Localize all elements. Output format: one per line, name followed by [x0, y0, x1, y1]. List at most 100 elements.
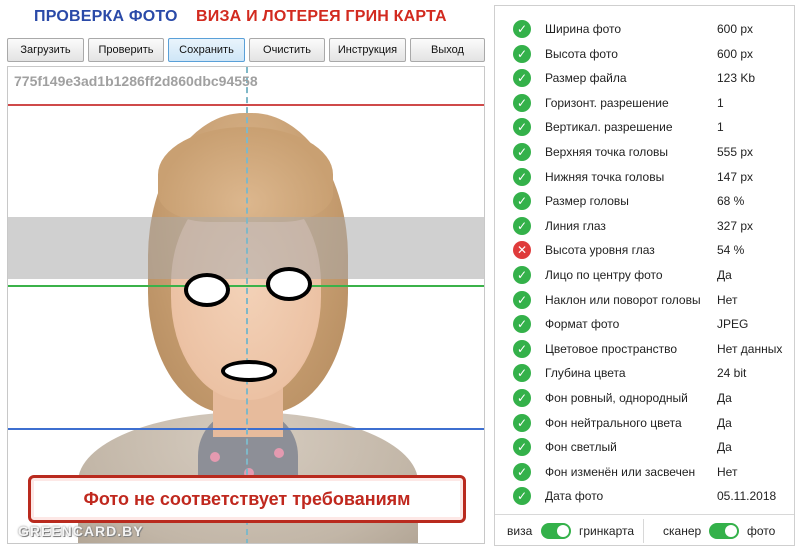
- check-value: Да: [717, 391, 732, 405]
- check-icon: ✓: [513, 487, 531, 506]
- save-button[interactable]: Сохранить: [168, 38, 245, 62]
- check-icon: ✓: [513, 93, 531, 112]
- warning-banner: Фото не соответствует требованиям: [28, 475, 466, 523]
- check-row: ✓ Нижняя точка головы 147 px: [495, 165, 794, 189]
- check-row: ✓ Ширина фото 600 px: [495, 17, 794, 41]
- check-value: 600 px: [717, 22, 754, 36]
- check-row: ✓ Дата фото 05.11.2018: [495, 484, 794, 508]
- check-value: JPEG: [717, 317, 749, 332]
- check-label: Цветовое пространство: [545, 341, 678, 356]
- app-title-check: ПРОВЕРКА ФОТО: [34, 8, 178, 25]
- source-toggle[interactable]: [709, 523, 739, 539]
- check-row: ✓ Высота фото 600 px: [495, 42, 794, 66]
- check-icon: ✓: [513, 438, 531, 457]
- check-label: Горизонт. разрешение: [545, 95, 669, 110]
- check-row: ✓ Горизонт. разрешение 1: [495, 91, 794, 115]
- check-label: Высота фото: [545, 46, 618, 61]
- mode-switches: виза гринкарта сканер фото: [495, 514, 794, 546]
- instructions-button[interactable]: Инструкция: [329, 38, 406, 62]
- app-window: ПРОВЕРКА ФОТО ВИЗА И ЛОТЕРЕЯ ГРИН КАРТА …: [0, 0, 800, 551]
- check-row: ✓ Наклон или поворот головы Нет: [495, 288, 794, 312]
- check-icon: ✓: [513, 192, 531, 211]
- check-value: 54 %: [717, 243, 745, 258]
- photo-preview[interactable]: 775f149e3ad1b1286ff2d860dbc94558 Фото не…: [7, 66, 485, 544]
- check-icon: ✓: [513, 389, 531, 407]
- check-row: ✓ Глубина цвета 24 bit: [495, 361, 794, 385]
- check-value: 555 px: [717, 145, 754, 159]
- check-value: Нет данных: [717, 341, 783, 356]
- mode-right-label: гринкарта: [579, 524, 635, 538]
- check-icon: ✓: [513, 315, 531, 334]
- check-label: Фон изменён или засвечен: [545, 464, 696, 479]
- check-icon: ✓: [513, 167, 531, 186]
- check-button[interactable]: Проверить: [88, 38, 164, 62]
- source-left-label: сканер: [663, 524, 702, 538]
- check-row: ✓ Лицо по центру фото Да: [495, 263, 794, 287]
- app-title-visa: ВИЗА И ЛОТЕРЕЯ ГРИН КАРТА: [196, 8, 447, 25]
- check-label: Нижняя точка головы: [545, 169, 665, 184]
- check-value: 24 bit: [717, 366, 747, 381]
- check-icon: ✓: [513, 118, 531, 137]
- check-value: Да: [717, 415, 732, 430]
- check-value: 1: [717, 95, 724, 110]
- check-label: Размер файла: [545, 71, 627, 86]
- check-row: ✓ Фон нейтрального цвета Да: [495, 411, 794, 435]
- check-icon: ✓: [513, 69, 531, 88]
- check-label: Глубина цвета: [545, 366, 626, 381]
- check-value: 1: [717, 120, 724, 135]
- check-row: ✓ Фон изменён или засвечен Нет: [495, 460, 794, 484]
- check-value: 600 px: [717, 46, 754, 61]
- check-value: Да: [717, 440, 732, 455]
- right-eye-marker: [266, 267, 312, 301]
- check-icon: ✓: [513, 44, 531, 63]
- check-label: Фон светлый: [545, 440, 617, 455]
- cross-icon: ✕: [513, 241, 531, 260]
- check-value: Нет: [717, 464, 738, 479]
- check-value: 68 %: [717, 194, 745, 209]
- check-value: Нет: [717, 292, 738, 307]
- source-right-label: фото: [747, 524, 776, 538]
- check-icon: ✓: [513, 216, 531, 235]
- check-row: ✓ Размер файла 123 Kb: [495, 66, 794, 90]
- check-label: Наклон или поворот головы: [545, 292, 701, 307]
- check-label: Лицо по центру фото: [545, 268, 663, 282]
- toolbar: Загрузить Проверить Сохранить Очистить И…: [7, 38, 485, 62]
- check-label: Формат фото: [545, 317, 620, 332]
- switch-divider: [643, 519, 644, 543]
- check-label: Размер головы: [545, 194, 629, 209]
- check-row: ✕ Высота уровня глаз 54 %: [495, 238, 794, 262]
- mouth-marker: [221, 360, 277, 382]
- center-guide-line: [246, 67, 248, 543]
- check-icon: ✓: [513, 462, 531, 481]
- check-value: 327 px: [717, 218, 754, 233]
- exit-button[interactable]: Выход: [410, 38, 485, 62]
- check-icon: ✓: [513, 290, 531, 309]
- check-label: Ширина фото: [545, 22, 622, 36]
- check-row: ✓ Цветовое пространство Нет данных: [495, 337, 794, 361]
- check-row: ✓ Размер головы 68 %: [495, 189, 794, 213]
- check-label: Высота уровня глаз: [545, 243, 655, 258]
- check-row: ✓ Формат фото JPEG: [495, 312, 794, 336]
- check-row: ✓ Верхняя точка головы 555 px: [495, 140, 794, 164]
- check-icon: ✓: [513, 143, 531, 161]
- check-row: ✓ Вертикал. разрешение 1: [495, 115, 794, 139]
- check-icon: ✓: [513, 413, 531, 432]
- check-value: 147 px: [717, 169, 754, 184]
- load-button[interactable]: Загрузить: [7, 38, 84, 62]
- check-label: Верхняя точка головы: [545, 145, 669, 159]
- check-label: Дата фото: [545, 489, 604, 504]
- watermark: GREENCARD.BY: [18, 523, 144, 539]
- check-label: Вертикал. разрешение: [545, 120, 673, 135]
- clear-button[interactable]: Очистить: [249, 38, 325, 62]
- left-eye-marker: [184, 273, 230, 307]
- check-icon: ✓: [513, 266, 531, 284]
- check-value: 123 Kb: [717, 71, 756, 86]
- mode-left-label: виза: [507, 524, 533, 538]
- check-icon: ✓: [513, 339, 531, 358]
- check-label: Фон ровный, однородный: [545, 391, 688, 405]
- mode-toggle[interactable]: [541, 523, 571, 539]
- check-value: 05.11.2018: [717, 489, 777, 504]
- check-icon: ✓: [513, 20, 531, 38]
- check-value: Да: [717, 268, 732, 282]
- photo-hash: 775f149e3ad1b1286ff2d860dbc94558: [14, 73, 258, 89]
